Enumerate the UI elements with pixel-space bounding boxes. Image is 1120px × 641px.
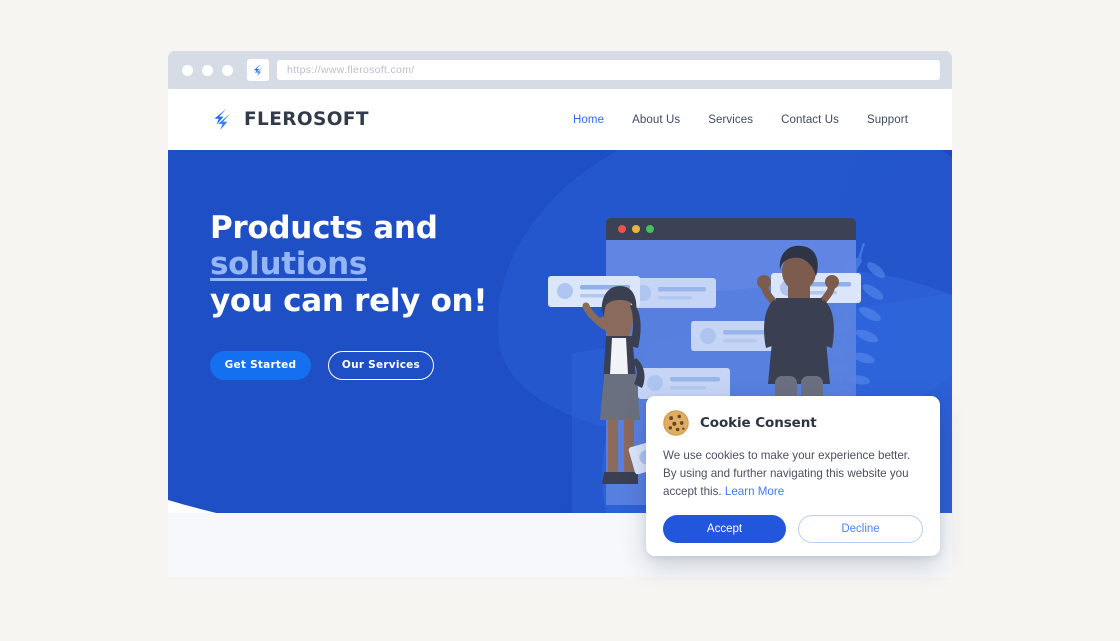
- nav-item-contact-us[interactable]: Contact Us: [781, 114, 839, 126]
- get-started-button[interactable]: Get Started: [210, 350, 311, 380]
- minimize-window-dot[interactable]: [202, 64, 213, 76]
- site-header: FLEROSOFT Home About Us Services Contact…: [168, 89, 952, 150]
- nav-item-services[interactable]: Services: [708, 114, 753, 126]
- cookie-icon: [663, 410, 689, 436]
- favicon-icon: [247, 59, 269, 81]
- maximize-window-dot[interactable]: [222, 64, 233, 76]
- traffic-light-buttons: [182, 64, 233, 76]
- main-navigation: Home About Us Services Contact Us Suppor…: [573, 114, 908, 126]
- hero-headline-highlight: solutions: [210, 246, 368, 283]
- browser-chrome-bar: https://www.flerosoft.com/: [168, 51, 952, 89]
- cookie-consent-title: Cookie Consent: [700, 415, 817, 431]
- nav-item-home[interactable]: Home: [573, 114, 604, 126]
- decline-cookies-button[interactable]: Decline: [798, 514, 923, 543]
- our-services-button[interactable]: Our Services: [328, 350, 434, 380]
- brand-name: FLEROSOFT: [244, 109, 369, 130]
- close-window-dot[interactable]: [182, 64, 193, 76]
- cookie-consent-dialog: Cookie Consent We use cookies to make yo…: [646, 396, 940, 556]
- cookie-consent-header: Cookie Consent: [663, 410, 923, 436]
- nav-item-about-us[interactable]: About Us: [632, 114, 680, 126]
- nav-item-support[interactable]: Support: [867, 114, 908, 126]
- cookie-consent-body: We use cookies to make your experience b…: [663, 447, 923, 501]
- cookie-consent-text: We use cookies to make your experience b…: [663, 449, 911, 498]
- hero-cta-row: Get Started Our Services: [210, 350, 487, 380]
- screenshot-stage: https://www.flerosoft.com/ FLEROSOFT Hom…: [0, 0, 1120, 641]
- address-bar[interactable]: https://www.flerosoft.com/: [277, 60, 940, 80]
- cookie-consent-actions: Accept Decline: [663, 514, 923, 543]
- brand-logo[interactable]: FLEROSOFT: [210, 107, 369, 132]
- accept-cookies-button[interactable]: Accept: [663, 514, 786, 543]
- hero-headline-line3: you can rely on!: [210, 282, 488, 319]
- hero-copy: Products and solutions you can rely on! …: [210, 210, 487, 380]
- address-bar-text: https://www.flerosoft.com/: [287, 64, 415, 76]
- learn-more-link[interactable]: Learn More: [725, 485, 784, 498]
- flerosoft-logo-icon: [214, 108, 231, 131]
- hero-headline-line1: Products and: [210, 210, 438, 246]
